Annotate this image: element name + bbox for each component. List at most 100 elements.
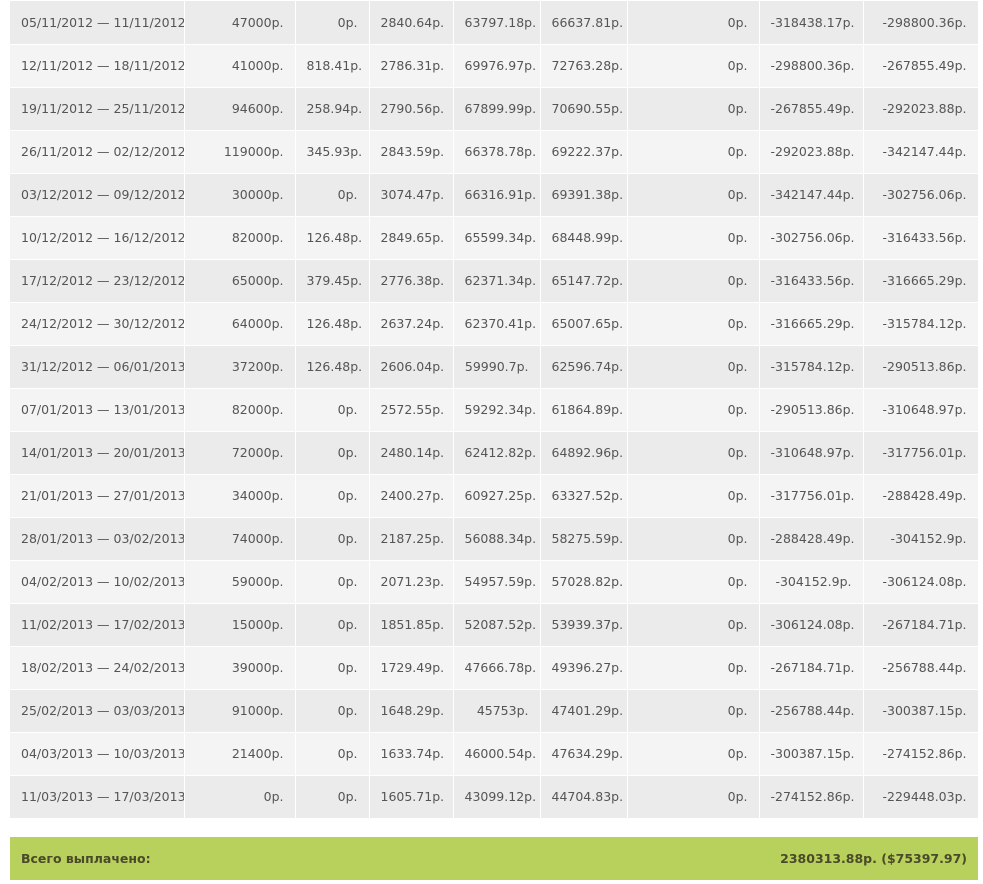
end-balance-cell: -298800.36р. [863,1,979,45]
payment-cell: 61864.89р. [540,388,628,432]
interest-cell: 1648.29р. [369,689,454,733]
start-balance-cell: -342147.44р. [759,173,864,217]
fee-cell: 0р. [627,130,760,174]
principal-cell: 63797.18р. [453,1,541,45]
extra-cell: 0р. [295,603,370,647]
period-cell: 28/01/2013 — 03/02/2013 [10,517,185,561]
total-label: Всего выплачено: [21,851,151,866]
amount-cell: 0р. [184,775,296,819]
principal-cell: 66316.91р. [453,173,541,217]
fee-cell: 0р. [627,345,760,389]
fee-cell: 0р. [627,474,760,518]
amount-cell: 72000р. [184,431,296,475]
extra-cell: 345.93р. [295,130,370,174]
amount-cell: 37200р. [184,345,296,389]
principal-cell: 59292.34р. [453,388,541,432]
start-balance-cell: -310648.97р. [759,431,864,475]
table-row: 14/01/2013 — 20/01/2013 72000р. 0р. 2480.14… [10,431,979,475]
amount-cell: 30000р. [184,173,296,217]
principal-cell: 43099.12р. [453,775,541,819]
period-cell: 03/12/2012 — 09/12/2012 [10,173,185,217]
table-row: 17/12/2012 — 23/12/2012 65000р. 379.45р. 27… [10,259,979,303]
end-balance-cell: -302756.06р. [863,173,979,217]
table-row: 21/01/2013 — 27/01/2013 34000р. 0р. 2400.27… [10,474,979,518]
interest-cell: 2480.14р. [369,431,454,475]
payment-table-body: 05/11/2012 — 11/11/2012 47000р. 0р. 2840.64… [10,1,979,819]
end-balance-cell: -300387.15р. [863,689,979,733]
interest-cell: 2572.55р. [369,388,454,432]
fee-cell: 0р. [627,431,760,475]
extra-cell: 379.45р. [295,259,370,303]
extra-cell: 0р. [295,517,370,561]
table-row: 05/11/2012 — 11/11/2012 47000р. 0р. 2840.64… [10,1,979,45]
end-balance-cell: -316665.29р. [863,259,979,303]
table-row: 18/02/2013 — 24/02/2013 39000р. 0р. 1729.49… [10,646,979,690]
fee-cell: 0р. [627,216,760,260]
payment-cell: 68448.99р. [540,216,628,260]
total-bar: Всего выплачено: 2380313.88р. ($75397.97… [10,837,978,880]
total-value: 2380313.88р. ($75397.97) [780,851,967,866]
end-balance-cell: -292023.88р. [863,87,979,131]
payment-cell: 66637.81р. [540,1,628,45]
payment-cell: 72763.28р. [540,44,628,88]
fee-cell: 0р. [627,388,760,432]
amount-cell: 94600р. [184,87,296,131]
payment-cell: 47401.29р. [540,689,628,733]
start-balance-cell: -306124.08р. [759,603,864,647]
end-balance-cell: -342147.44р. [863,130,979,174]
payment-cell: 69391.38р. [540,173,628,217]
period-cell: 12/11/2012 — 18/11/2012 [10,44,185,88]
end-balance-cell: -288428.49р. [863,474,979,518]
table-row: 19/11/2012 — 25/11/2012 94600р. 258.94р. 27… [10,87,979,131]
extra-cell: 818.41р. [295,44,370,88]
extra-cell: 0р. [295,689,370,733]
period-cell: 31/12/2012 — 06/01/2013 [10,345,185,389]
extra-cell: 0р. [295,431,370,475]
start-balance-cell: -290513.86р. [759,388,864,432]
amount-cell: 91000р. [184,689,296,733]
period-cell: 19/11/2012 — 25/11/2012 [10,87,185,131]
table-row: 11/02/2013 — 17/02/2013 15000р. 0р. 1851.85… [10,603,979,647]
period-cell: 11/03/2013 — 17/03/2013 [10,775,185,819]
end-balance-cell: -229448.03р. [863,775,979,819]
start-balance-cell: -288428.49р. [759,517,864,561]
period-cell: 25/02/2013 — 03/03/2013 [10,689,185,733]
end-balance-cell: -290513.86р. [863,345,979,389]
principal-cell: 62412.82р. [453,431,541,475]
interest-cell: 2606.04р. [369,345,454,389]
start-balance-cell: -274152.86р. [759,775,864,819]
principal-cell: 56088.34р. [453,517,541,561]
extra-cell: 0р. [295,646,370,690]
extra-cell: 0р. [295,1,370,45]
start-balance-cell: -304152.9р. [759,560,864,604]
amount-cell: 15000р. [184,603,296,647]
interest-cell: 2843.59р. [369,130,454,174]
table-row: 24/12/2012 — 30/12/2012 64000р. 126.48р. 26… [10,302,979,346]
start-balance-cell: -302756.06р. [759,216,864,260]
start-balance-cell: -317756.01р. [759,474,864,518]
principal-cell: 67899.99р. [453,87,541,131]
payment-cell: 58275.59р. [540,517,628,561]
period-cell: 04/02/2013 — 10/02/2013 [10,560,185,604]
fee-cell: 0р. [627,603,760,647]
principal-cell: 45753р. [453,689,541,733]
amount-cell: 65000р. [184,259,296,303]
principal-cell: 69976.97р. [453,44,541,88]
amount-cell: 119000р. [184,130,296,174]
amount-cell: 47000р. [184,1,296,45]
end-balance-cell: -315784.12р. [863,302,979,346]
start-balance-cell: -298800.36р. [759,44,864,88]
payment-cell: 63327.52р. [540,474,628,518]
payment-table: 05/11/2012 — 11/11/2012 47000р. 0р. 2840.64… [10,1,979,819]
payment-cell: 57028.82р. [540,560,628,604]
interest-cell: 2790.56р. [369,87,454,131]
amount-cell: 82000р. [184,388,296,432]
payment-cell: 70690.55р. [540,87,628,131]
start-balance-cell: -316665.29р. [759,302,864,346]
amount-cell: 82000р. [184,216,296,260]
end-balance-cell: -256788.44р. [863,646,979,690]
period-cell: 17/12/2012 — 23/12/2012 [10,259,185,303]
period-cell: 24/12/2012 — 30/12/2012 [10,302,185,346]
payment-cell: 69222.37р. [540,130,628,174]
payment-schedule: 05/11/2012 — 11/11/2012 47000р. 0р. 2840.64… [10,1,979,819]
